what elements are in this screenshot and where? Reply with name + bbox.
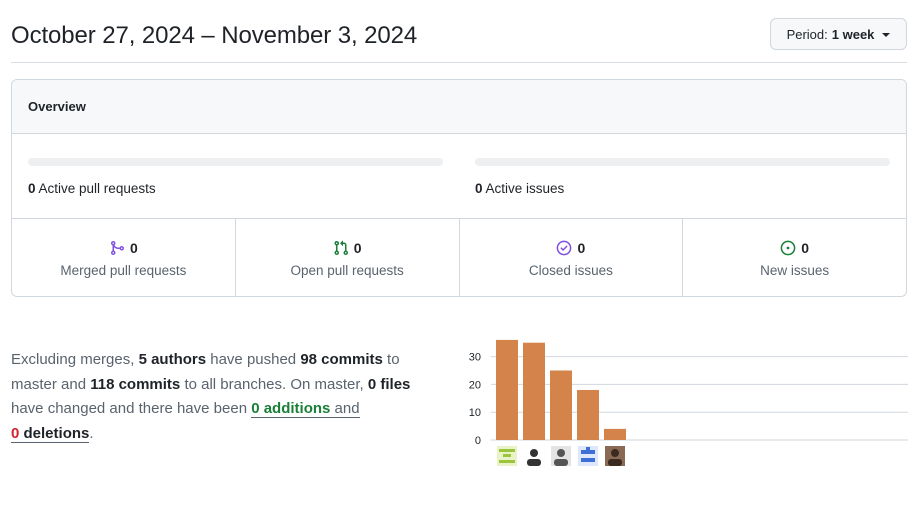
- date-range-title: October 27, 2024 – November 3, 2024: [11, 22, 418, 49]
- all-branch-commits-count: 118 commits: [90, 375, 181, 393]
- stat-count: 0: [577, 240, 586, 256]
- overview-heading: Overview: [12, 80, 906, 134]
- y-tick-label: 0: [475, 435, 481, 447]
- deletions-link[interactable]: 0 deletions: [11, 424, 90, 443]
- stat-label: Closed issues: [528, 263, 613, 278]
- summary-text: to all branches. On master,: [180, 375, 368, 393]
- stat-count: 0: [801, 240, 810, 256]
- issue-opened-icon: [780, 240, 796, 256]
- stat-label: Open pull requests: [290, 263, 404, 278]
- active-pull-requests-bar: [28, 158, 443, 166]
- stat-open-pull-requests[interactable]: 0 Open pull requests: [236, 219, 460, 296]
- period-prefix-label: Period:: [786, 26, 828, 42]
- active-issues-bar: [475, 158, 890, 166]
- stats-row: 0 Merged pull requests 0 Open pull reque…: [12, 219, 906, 296]
- stat-closed-issues[interactable]: 0 Closed issues: [460, 219, 684, 296]
- additions-link[interactable]: 0 additions and: [251, 400, 360, 418]
- authors-count: 5 authors: [138, 351, 207, 368]
- summary-text: have pushed: [206, 351, 301, 368]
- contributors-bar-chart: 0 10 20 30: [469, 339, 908, 466]
- contributors-chart: 0 10 20 30: [462, 330, 914, 480]
- period-select-button[interactable]: Period: 1 week: [770, 18, 907, 50]
- avatar[interactable]: [497, 446, 517, 466]
- stat-label: Merged pull requests: [60, 263, 187, 278]
- avatar[interactable]: [551, 446, 571, 466]
- active-issues: 0 Active issues: [475, 158, 890, 196]
- active-pull-requests-count: 0: [28, 181, 36, 196]
- summary-text: Excluding merges,: [11, 351, 139, 368]
- stat-new-issues[interactable]: 0 New issues: [683, 219, 906, 296]
- avatar[interactable]: [578, 446, 598, 466]
- y-tick-label: 10: [469, 407, 481, 419]
- deletions-word: deletions: [19, 424, 90, 442]
- git-merge-icon: [110, 241, 124, 255]
- commit-summary: Excluding merges, 5 authors have pushed …: [11, 348, 436, 446]
- summary-text: have changed and there have been: [11, 400, 252, 417]
- bar[interactable]: [604, 428, 626, 440]
- bar[interactable]: [523, 342, 545, 440]
- summary-text: and: [330, 400, 360, 417]
- git-pull-request-icon: [334, 240, 348, 256]
- active-pull-requests: 0 Active pull requests: [28, 158, 443, 196]
- bar[interactable]: [550, 370, 572, 441]
- caret-down-icon: [882, 32, 891, 37]
- stat-merged-pull-requests[interactable]: 0 Merged pull requests: [12, 219, 236, 296]
- avatar[interactable]: [524, 446, 544, 466]
- y-tick-label: 20: [469, 379, 481, 391]
- overview-panel: Overview 0 Active pull requests 0 Active…: [11, 79, 907, 297]
- commits-count: 98 commits: [300, 351, 383, 368]
- active-issues-count: 0: [475, 181, 483, 196]
- bar[interactable]: [577, 389, 599, 440]
- stat-count: 0: [353, 240, 362, 256]
- stat-label: New issues: [760, 263, 830, 278]
- bar[interactable]: [496, 339, 518, 440]
- summary-text: .: [89, 424, 94, 442]
- additions-word: additions: [259, 400, 331, 417]
- avatar[interactable]: [605, 446, 625, 466]
- active-summary: 0 Active pull requests 0 Active issues: [12, 134, 906, 219]
- files-count: 0 files: [367, 375, 411, 393]
- page-header: October 27, 2024 – November 3, 2024 Peri…: [11, 0, 907, 63]
- additions-count: 0: [251, 400, 260, 417]
- issue-closed-icon: [557, 240, 572, 256]
- active-pull-requests-link[interactable]: Active pull requests: [39, 181, 156, 196]
- stat-count: 0: [129, 240, 138, 256]
- period-value: 1 week: [831, 26, 875, 42]
- y-tick-label: 30: [469, 352, 481, 364]
- active-issues-link[interactable]: Active issues: [486, 181, 565, 196]
